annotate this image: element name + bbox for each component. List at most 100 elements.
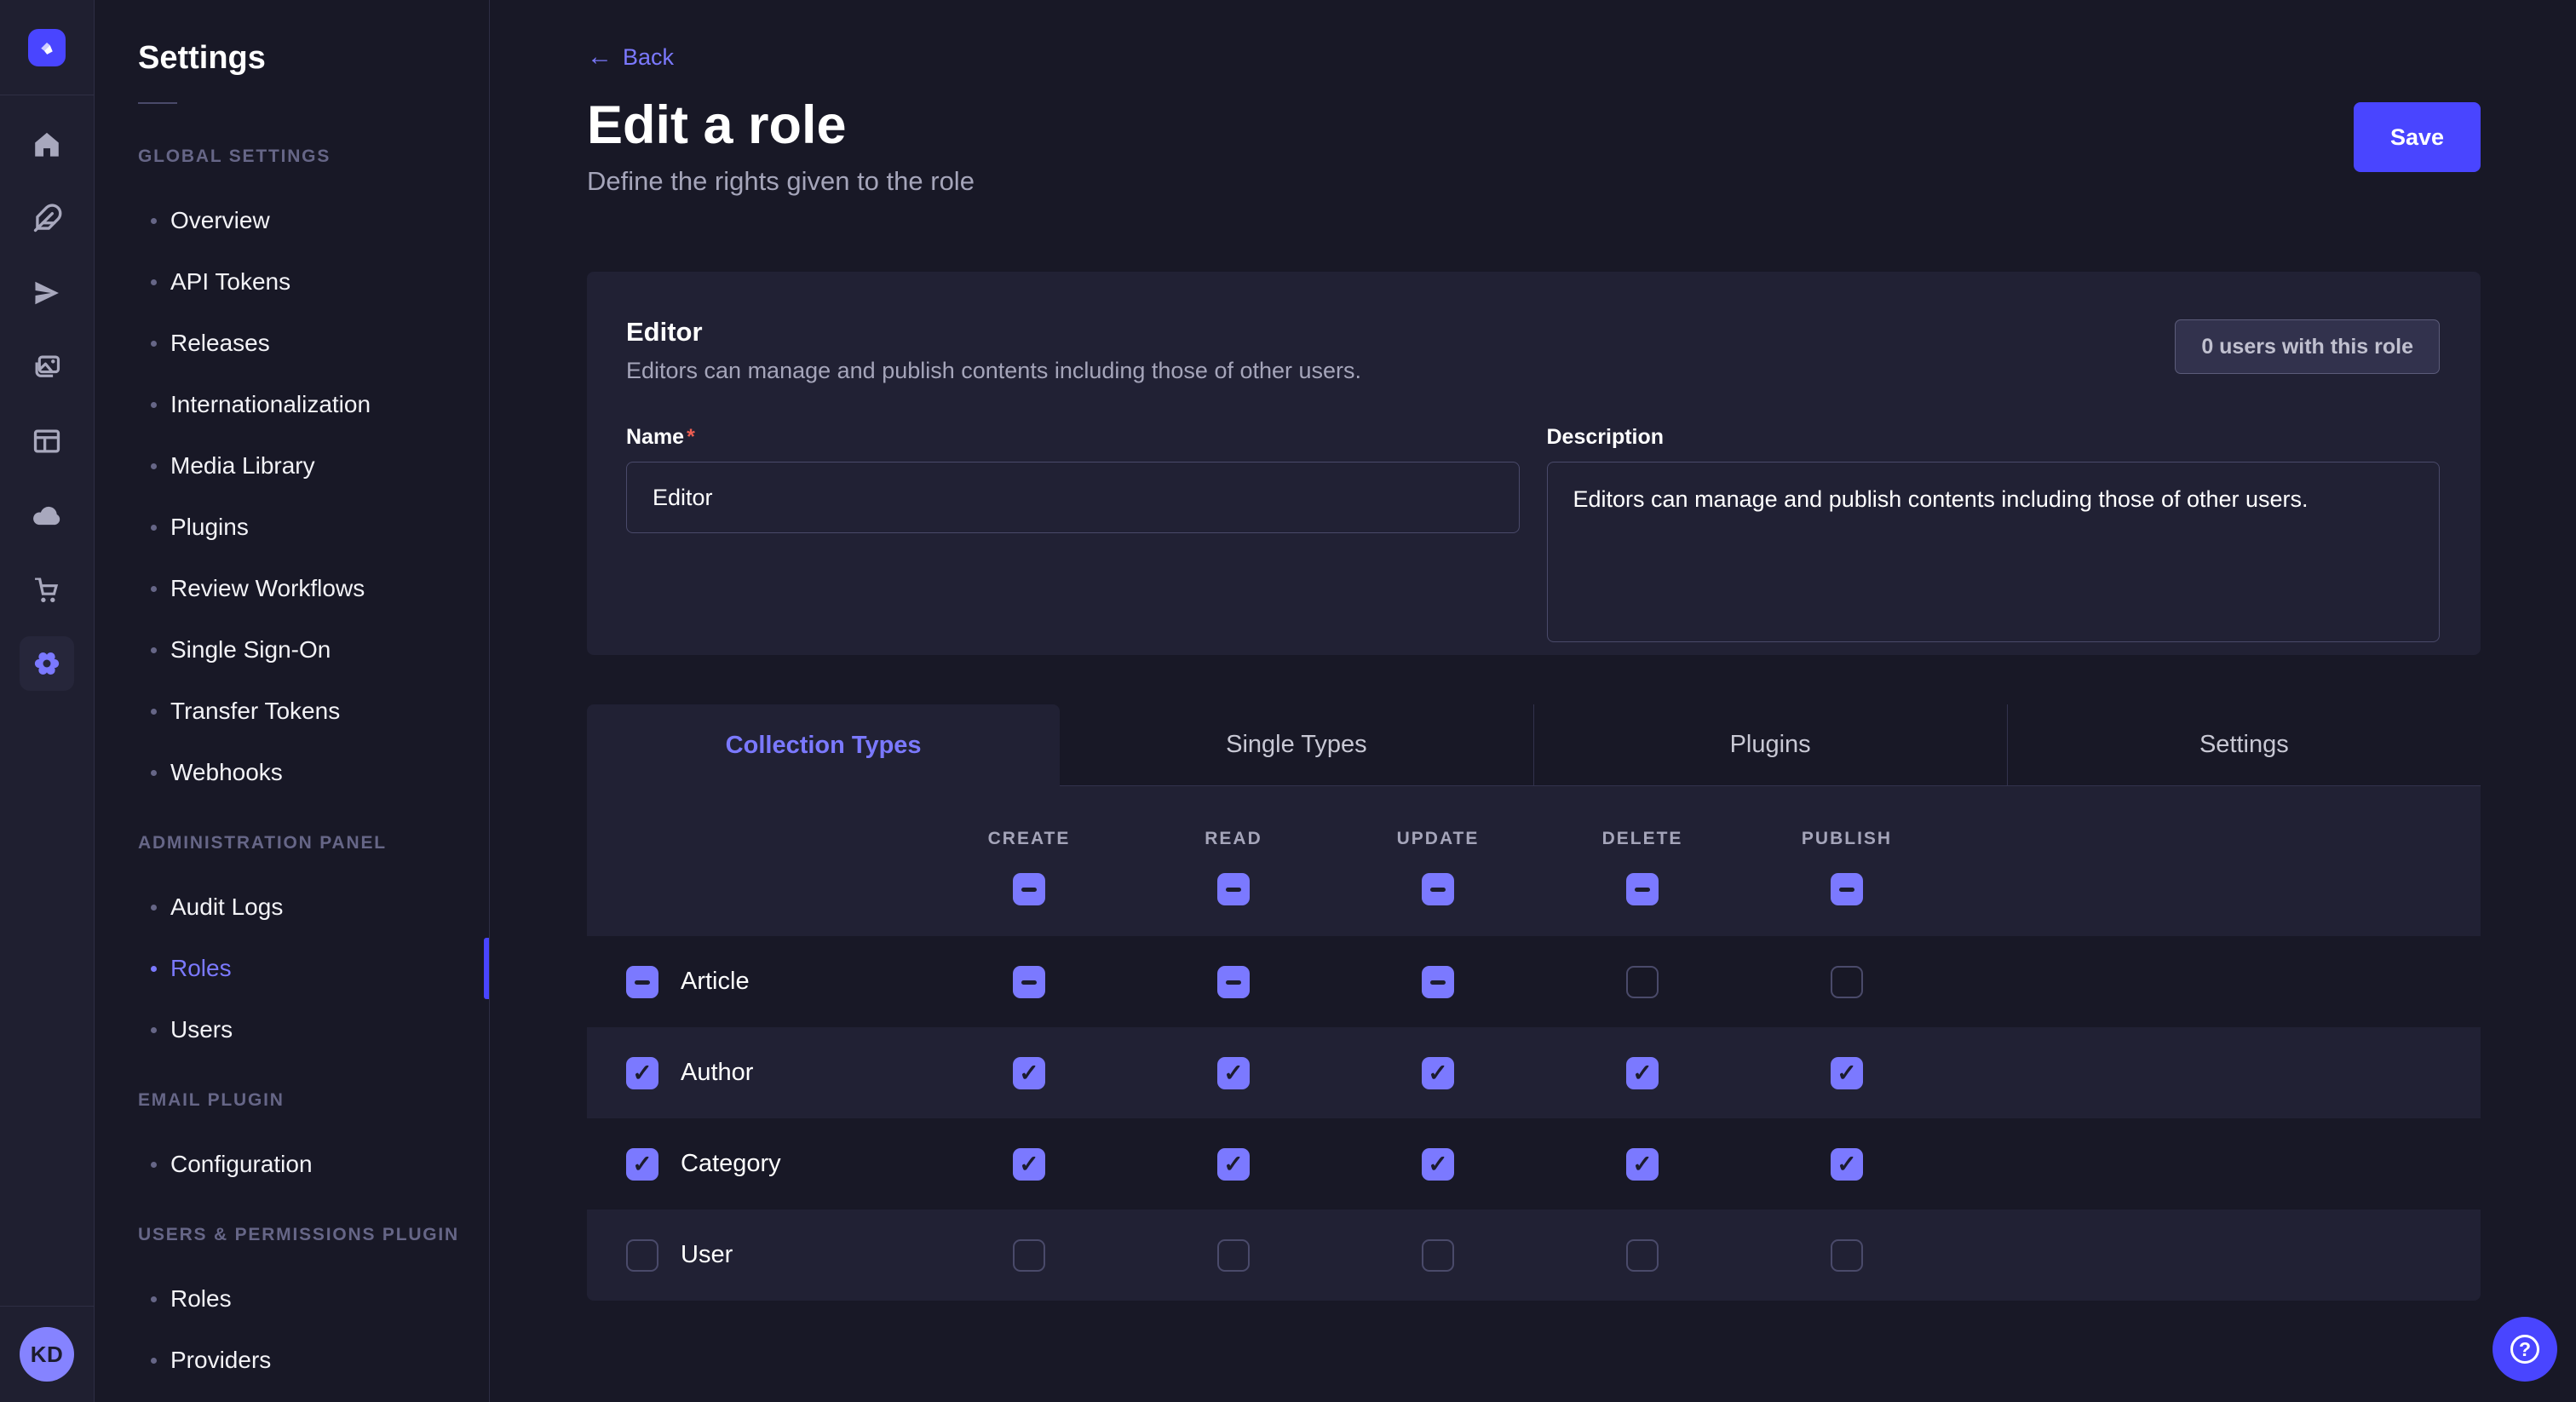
permission-row-article: Article	[587, 936, 2481, 1027]
user-update-checkbox[interactable]	[1422, 1239, 1454, 1272]
bullet-dot-icon	[151, 279, 157, 285]
sidebar-item-providers[interactable]: Providers	[95, 1330, 489, 1391]
category-read-checkbox[interactable]	[1217, 1148, 1250, 1181]
description-textarea[interactable]: Editors can manage and publish contents …	[1547, 462, 2441, 642]
sidebar-item-media-library[interactable]: Media Library	[95, 435, 489, 497]
nav-settings[interactable]	[20, 636, 74, 691]
description-field-label: Description	[1547, 425, 1665, 449]
tab-collection-types[interactable]: Collection Types	[587, 704, 1060, 786]
bullet-dot-icon	[151, 905, 157, 911]
layout-window-icon	[31, 425, 63, 457]
save-button[interactable]: Save	[2354, 102, 2481, 172]
bullet-dot-icon	[151, 709, 157, 715]
description-field-group: Description Editors can manage and publi…	[1547, 424, 2441, 646]
permissions-header-row: CREATE READ UPDATE DELETE PUBLISH	[587, 786, 2481, 936]
tab-single-types[interactable]: Single Types	[1060, 704, 1532, 786]
bullet-dot-icon	[151, 218, 157, 224]
sidebar-item-configuration[interactable]: Configuration	[95, 1134, 489, 1195]
category-delete-checkbox[interactable]	[1626, 1148, 1659, 1181]
help-button[interactable]: ?	[2493, 1317, 2557, 1382]
select-all-publish-checkbox[interactable]	[1831, 873, 1863, 905]
back-link-label: Back	[623, 43, 674, 72]
select-all-update-checkbox[interactable]	[1422, 873, 1454, 905]
shopping-cart-icon	[31, 573, 63, 606]
required-asterisk: *	[687, 425, 695, 449]
name-field-label: Name	[626, 425, 684, 449]
sidebar-item-transfer-tokens[interactable]: Transfer Tokens	[95, 681, 489, 742]
sidebar-item-users[interactable]: Users	[95, 999, 489, 1060]
author-update-checkbox[interactable]	[1422, 1057, 1454, 1089]
permissions-tabbar: Collection Types Single Types Plugins Se…	[587, 704, 2481, 786]
row-checkbox-article[interactable]	[626, 966, 658, 998]
bullet-dot-icon	[151, 1296, 157, 1302]
name-field-group: Name*	[626, 424, 1520, 646]
sidebar-item-up-roles[interactable]: Roles	[95, 1268, 489, 1330]
bullet-dot-icon	[151, 770, 157, 776]
permission-row-author: Author	[587, 1027, 2481, 1118]
user-read-checkbox[interactable]	[1217, 1239, 1250, 1272]
bullet-dot-icon	[151, 647, 157, 653]
tab-settings[interactable]: Settings	[2007, 704, 2481, 786]
bullet-dot-icon	[151, 341, 157, 347]
row-label-category: Category	[658, 1150, 927, 1178]
author-create-checkbox[interactable]	[1013, 1057, 1045, 1089]
article-update-checkbox[interactable]	[1422, 966, 1454, 998]
users-with-role-badge[interactable]: 0 users with this role	[2175, 319, 2440, 374]
sidebar-item-review-workflows[interactable]: Review Workflows	[95, 558, 489, 619]
row-checkbox-author[interactable]	[626, 1057, 658, 1089]
select-all-delete-checkbox[interactable]	[1626, 873, 1659, 905]
sidebar-item-roles-active[interactable]: Roles	[95, 938, 489, 999]
article-read-checkbox[interactable]	[1217, 966, 1250, 998]
nav-content-manager[interactable]	[20, 192, 74, 246]
column-header-publish: PUBLISH	[1802, 829, 1892, 849]
sidebar-item-internationalization[interactable]: Internationalization	[95, 374, 489, 435]
nav-media-library[interactable]	[20, 340, 74, 394]
sidebar-item-single-sign-on[interactable]: Single Sign-On	[95, 619, 489, 681]
sidebar-item-api-tokens[interactable]: API Tokens	[95, 251, 489, 313]
row-checkbox-user[interactable]	[626, 1239, 658, 1272]
sidebar-item-overview[interactable]: Overview	[95, 190, 489, 251]
sidebar-item-audit-logs[interactable]: Audit Logs	[95, 876, 489, 938]
page-subtitle: Define the rights given to the role	[587, 165, 975, 198]
bullet-dot-icon	[151, 966, 157, 972]
nav-deploy[interactable]	[20, 266, 74, 320]
cloud-icon	[31, 499, 63, 531]
name-input[interactable]	[626, 462, 1520, 533]
media-library-icon	[31, 351, 63, 383]
category-create-checkbox[interactable]	[1013, 1148, 1045, 1181]
column-header-update: UPDATE	[1397, 829, 1480, 849]
category-publish-checkbox[interactable]	[1831, 1148, 1863, 1181]
author-read-checkbox[interactable]	[1217, 1057, 1250, 1089]
row-checkbox-category[interactable]	[626, 1148, 658, 1181]
user-delete-checkbox[interactable]	[1626, 1239, 1659, 1272]
category-update-checkbox[interactable]	[1422, 1148, 1454, 1181]
author-delete-checkbox[interactable]	[1626, 1057, 1659, 1089]
tab-plugins[interactable]: Plugins	[1533, 704, 2007, 786]
article-delete-checkbox[interactable]	[1626, 966, 1659, 998]
main-nav-rail: KD	[0, 0, 95, 1402]
user-avatar[interactable]: KD	[20, 1327, 74, 1382]
section-label-global-settings: GLOBAL SETTINGS	[138, 146, 489, 168]
bullet-dot-icon	[151, 586, 157, 592]
user-publish-checkbox[interactable]	[1831, 1239, 1863, 1272]
nav-home[interactable]	[20, 118, 74, 172]
main-content: ← Back Edit a role Define the rights giv…	[490, 0, 2576, 1402]
back-link[interactable]: ← Back	[587, 43, 674, 72]
sidebar-item-releases[interactable]: Releases	[95, 313, 489, 374]
role-card-title: Editor	[626, 316, 2440, 348]
back-arrow-icon: ←	[587, 44, 612, 70]
select-all-read-checkbox[interactable]	[1217, 873, 1250, 905]
nav-content-type-builder[interactable]	[20, 414, 74, 468]
article-publish-checkbox[interactable]	[1831, 966, 1863, 998]
nav-cloud[interactable]	[20, 488, 74, 543]
user-create-checkbox[interactable]	[1013, 1239, 1045, 1272]
sidebar-item-webhooks[interactable]: Webhooks	[95, 742, 489, 803]
article-create-checkbox[interactable]	[1013, 966, 1045, 998]
select-all-create-checkbox[interactable]	[1013, 873, 1045, 905]
sidebar-item-plugins[interactable]: Plugins	[95, 497, 489, 558]
role-details-card: Editor Editors can manage and publish co…	[587, 272, 2481, 655]
strapi-logo[interactable]	[28, 29, 66, 66]
author-publish-checkbox[interactable]	[1831, 1057, 1863, 1089]
nav-marketplace[interactable]	[20, 562, 74, 617]
page-title: Edit a role	[587, 97, 975, 153]
